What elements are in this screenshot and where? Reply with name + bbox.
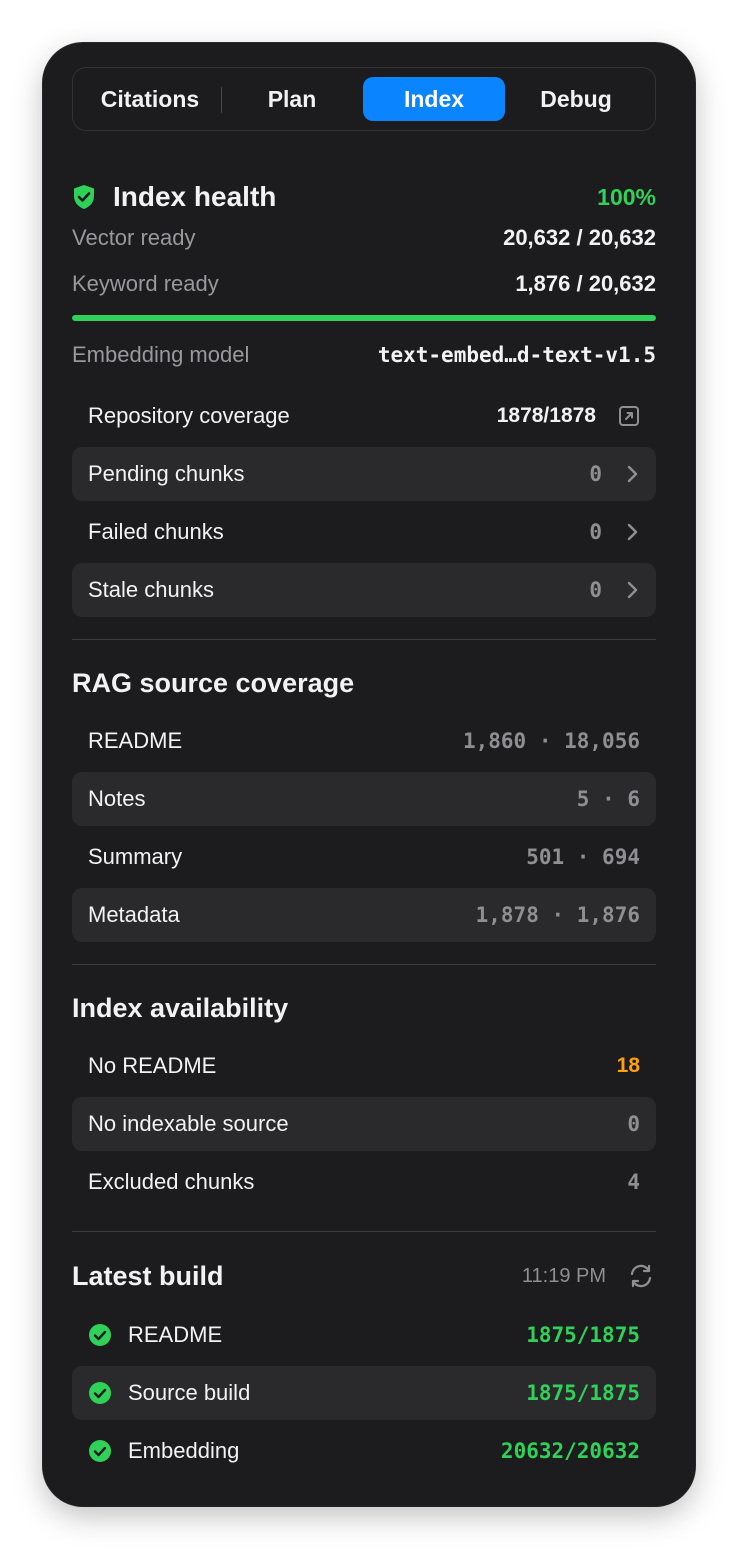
list-item-value: 501 · 694 [526, 845, 640, 869]
tab-plan[interactable]: Plan [221, 77, 363, 121]
embedding-model-label: Embedding model [72, 342, 250, 367]
external-link-icon[interactable] [618, 405, 640, 427]
section-divider [72, 1231, 656, 1232]
rag-row-notes: Notes 5 · 6 [72, 772, 656, 826]
list-item-label: Stale chunks [88, 577, 214, 602]
pending-chunks-row[interactable]: Pending chunks 0 [72, 447, 656, 501]
chevron-right-icon [626, 580, 640, 600]
index-availability-title: Index availability [72, 992, 289, 1023]
rag-row-readme: README 1,860 · 18,056 [72, 714, 656, 768]
section-divider [72, 639, 656, 640]
vector-ready-label: Vector ready [72, 225, 196, 250]
list-item-label: Excluded chunks [88, 1169, 255, 1194]
rag-coverage-title: RAG source coverage [72, 667, 355, 698]
list-item-value: 18 [616, 1054, 640, 1077]
index-health-header: Index health 100% [72, 179, 656, 215]
index-health-percent: 100% [597, 183, 656, 210]
latest-build-header: Latest build 11:19 PM [72, 1258, 656, 1294]
list-item-label: Pending chunks [88, 461, 245, 486]
chevron-right-icon [626, 464, 640, 484]
latest-build-title: Latest build [72, 1260, 224, 1291]
embedding-model-row: Embedding model text-embed…d-text-v1.5 [72, 335, 656, 375]
list-item-label: Source build [128, 1380, 251, 1405]
health-progress-fill [72, 315, 656, 321]
availability-row-no-source: No indexable source 0 [72, 1097, 656, 1151]
list-item-label: No README [88, 1053, 217, 1078]
vector-ready-value: 20,632 / 20,632 [503, 225, 656, 250]
list-item-label: Metadata [88, 902, 180, 927]
build-time: 11:19 PM [521, 1264, 606, 1287]
list-item-label: README [88, 728, 183, 753]
check-circle-icon [88, 1381, 112, 1405]
tab-index[interactable]: Index [363, 77, 505, 121]
list-item-value: 0 [589, 520, 602, 544]
list-item-label: Failed chunks [88, 519, 224, 544]
build-list: README 1875/1875 Source build 1875/1875 [72, 1308, 656, 1478]
list-item-label: README [128, 1322, 223, 1347]
list-item-label: Notes [88, 786, 146, 811]
check-circle-icon [88, 1323, 112, 1347]
list-item-value: 1875/1875 [526, 1323, 640, 1347]
keyword-ready-label: Keyword ready [72, 271, 219, 296]
availability-list: No README 18 No indexable source 0 Exclu… [72, 1039, 656, 1209]
list-item-value: 20632/20632 [500, 1439, 640, 1463]
tab-debug[interactable]: Debug [505, 77, 647, 121]
availability-row-no-readme: No README 18 [72, 1039, 656, 1093]
health-progress-bar [72, 315, 656, 321]
failed-chunks-row[interactable]: Failed chunks 0 [72, 505, 656, 559]
refresh-icon[interactable] [626, 1261, 656, 1291]
build-row-embedding: Embedding 20632/20632 [72, 1424, 656, 1478]
shield-check-icon [72, 184, 96, 210]
list-item-value: 1875/1875 [526, 1381, 640, 1405]
chevron-right-icon [626, 522, 640, 542]
list-item-value: 4 [627, 1170, 640, 1194]
section-divider [72, 964, 656, 965]
list-item-value: 0 [589, 578, 602, 602]
list-item-label: No indexable source [88, 1111, 289, 1136]
list-item-value: 0 [627, 1112, 640, 1136]
list-item-label: Embedding [128, 1438, 240, 1463]
keyword-ready-value: 1,876 / 20,632 [515, 271, 656, 296]
rag-row-summary: Summary 501 · 694 [72, 830, 656, 884]
vector-ready-row: Vector ready 20,632 / 20,632 [72, 215, 656, 261]
list-item-value: 1878/1878 [496, 404, 596, 427]
tab-separator [221, 87, 222, 113]
list-item-label: Summary [88, 844, 183, 869]
availability-row-excluded: Excluded chunks 4 [72, 1155, 656, 1209]
tab-citations[interactable]: Citations [79, 77, 221, 121]
rag-row-metadata: Metadata 1,878 · 1,876 [72, 888, 656, 942]
list-item-label: Repository coverage [88, 403, 290, 428]
list-item-value: 5 · 6 [576, 787, 640, 811]
stale-chunks-row[interactable]: Stale chunks 0 [72, 563, 656, 617]
keyword-ready-row: Keyword ready 1,876 / 20,632 [72, 261, 656, 307]
build-row-source: Source build 1875/1875 [72, 1366, 656, 1420]
check-circle-icon [88, 1439, 112, 1463]
build-row-readme: README 1875/1875 [72, 1308, 656, 1362]
coverage-list: Repository coverage 1878/1878 Pending ch… [72, 389, 656, 617]
embedding-model-value: text-embed…d-text-v1.5 [377, 343, 656, 367]
list-item-value: 1,860 · 18,056 [462, 729, 640, 753]
repository-coverage-row[interactable]: Repository coverage 1878/1878 [72, 389, 656, 443]
index-health-title: Index health [113, 181, 277, 212]
list-item-value: 1,878 · 1,876 [475, 903, 640, 927]
list-item-value: 0 [589, 462, 602, 486]
panel-content: Citations Plan Index Debug Index health … [72, 67, 656, 1482]
rag-coverage-list: README 1,860 · 18,056 Notes 5 · 6 Summar… [72, 714, 656, 942]
index-panel: Citations Plan Index Debug Index health … [43, 43, 695, 1506]
tab-bar: Citations Plan Index Debug [72, 67, 656, 131]
